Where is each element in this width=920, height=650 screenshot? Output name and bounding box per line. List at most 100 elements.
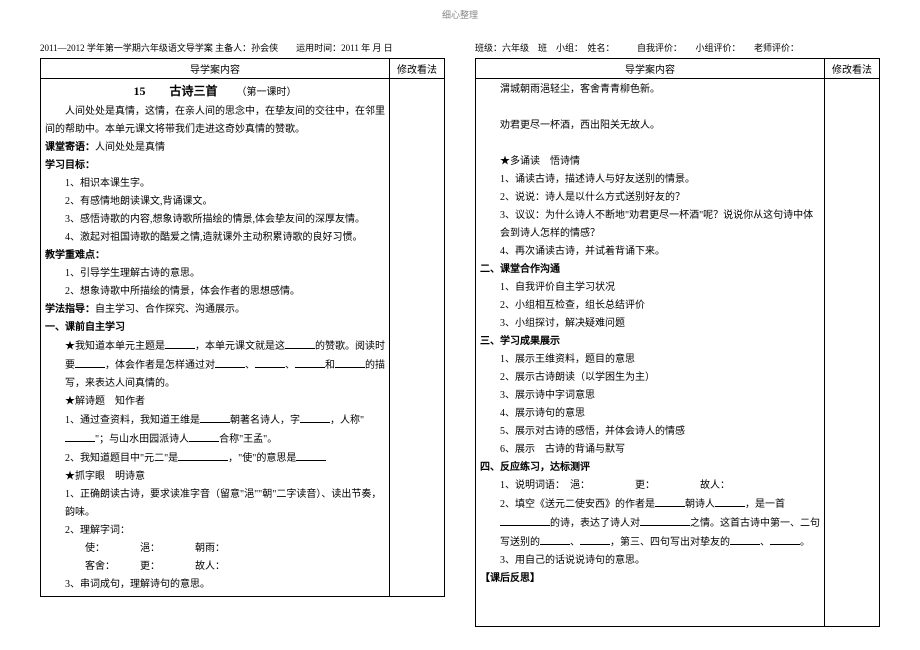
w3: 朝雨： — [195, 543, 225, 554]
blank — [215, 356, 245, 368]
rs3d: 4、展示诗句的意思 — [480, 405, 820, 423]
blank — [300, 411, 330, 423]
blank — [189, 430, 219, 442]
l3-label: 教学重难点： — [45, 247, 385, 265]
reflect: 【课后反思】 — [480, 570, 820, 588]
rs1: ★多诵读 悟诗情 — [480, 153, 820, 171]
s1c2: 2、理解字词： — [45, 522, 385, 540]
blank — [580, 533, 610, 545]
rs1a: 1、诵读古诗，描述诗人与好友送别的情景。 — [480, 171, 820, 189]
lesson-sub: （第一课时） — [242, 87, 297, 98]
rs2: 二、课堂合作沟通 — [480, 261, 820, 279]
left-column: 2011—2012 学年第一学期六年级语文导学案 主备人：孙会侠 运用时间：20… — [40, 41, 445, 627]
rs2c: 3、小组探讨，解决疑难问题 — [480, 315, 820, 333]
l2c: 3、感悟诗歌的内容,想象诗歌所描绘的情景,体会挚友间的深厚友情。 — [45, 211, 385, 229]
s1c: ★抓字眼 明诗意 — [45, 468, 385, 486]
s1b1-mid: 朝著名诗人，字 — [230, 415, 300, 426]
right-column: 班级：六年级 班 小组： 姓名： 自我评价： 小组评价： 老师评价： 导学案内容… — [475, 41, 880, 627]
rs3b: 2、展示古诗朗读（以学困生为主） — [480, 369, 820, 387]
right-table: 导学案内容 修改看法 渭城朝雨浥轻尘，客舍青青柳色新。 劝君更尽一杯酒，西出阳关… — [475, 58, 880, 627]
rs1d: 4、再次诵读古诗，并试着背诵下来。 — [480, 243, 820, 261]
rs3e: 5、展示对古诗的感悟，并体会诗人的情感 — [480, 423, 820, 441]
blank — [200, 411, 230, 423]
blank — [165, 337, 195, 349]
lesson-title-row: 15 古诗三首 （第一课时） — [45, 81, 385, 103]
page-container: 2011—2012 学年第一学期六年级语文导学案 主备人：孙会侠 运用时间：20… — [0, 41, 920, 627]
poem1: 渭城朝雨浥轻尘，客舍青青柳色新。 — [480, 81, 820, 99]
blank — [296, 449, 326, 461]
blank — [285, 337, 315, 349]
blank — [255, 356, 285, 368]
right-meta: 班级：六年级 班 小组： 姓名： 自我评价： 小组评价： 老师评价： — [475, 41, 880, 54]
rs4b: 2、填空《送元二使安西》的作者是朝诗人，是一首的诗，表达了诗人对之情。这首古诗中… — [480, 495, 820, 552]
lesson-title: 古诗三首 — [169, 84, 217, 98]
rs1b: 2、说说：诗人是以什么方式送别好友的？ — [480, 189, 820, 207]
blank — [295, 356, 325, 368]
rs4b-mid5: ，第三、四句写出对挚友的 — [610, 537, 730, 548]
blank — [655, 495, 685, 507]
blank — [75, 356, 105, 368]
s1a: ★我知道本单元主题是，本单元课文就是这的赞歌。阅读时要，体会作者是怎样通过对、、… — [45, 337, 385, 393]
th-edit-left: 修改看法 — [390, 59, 445, 79]
l1-row: 课堂寄语：人间处处是真情 — [45, 139, 385, 157]
s1b1-mid2: ，人称" — [330, 415, 364, 426]
rs4b-mid2: ，是一首 — [745, 499, 785, 510]
blank — [500, 514, 550, 526]
l3b: 2、想象诗歌中所描绘的情景，体会作者的思想感情。 — [45, 283, 385, 301]
rs4b-mid: 朝诗人 — [685, 499, 715, 510]
rs3: 三、学习成果展示 — [480, 333, 820, 351]
poem2: 劝君更尽一杯酒，西出阳关无故人。 — [480, 117, 820, 135]
right-edit-cell — [825, 79, 880, 627]
l2-label: 学习目标： — [45, 157, 385, 175]
rs2a: 1、自我评价自主学习状况 — [480, 279, 820, 297]
l1-val: 人间处处是真情 — [95, 142, 165, 153]
w4: 客舍： — [85, 561, 110, 572]
l4-label: 学法指导： — [45, 304, 95, 315]
blank — [640, 514, 690, 526]
words: 使： 浥： 朝雨： 客舍： 更： 故人： — [45, 540, 385, 576]
w2: 浥： — [140, 543, 155, 554]
th-content-left: 导学案内容 — [41, 59, 390, 79]
left-meta: 2011—2012 学年第一学期六年级语文导学案 主备人：孙会侠 运用时间：20… — [40, 41, 445, 54]
intro: 人间处处是真情，这情，在亲人间的思念中，在挚友间的交往中，在邻里间的帮助中。本单… — [45, 103, 385, 139]
w1: 使： — [85, 543, 100, 554]
blank — [335, 356, 365, 368]
blank — [178, 449, 228, 461]
left-table: 导学案内容 修改看法 15 古诗三首 （第一课时） 人间处处是真情，这情，在亲人… — [40, 58, 445, 597]
w6: 故人： — [195, 561, 225, 572]
lesson-no: 15 — [133, 84, 145, 98]
rs4a: 1、说明词语： 浥： 更： 故人： — [480, 477, 820, 495]
l2a: 1、相识本课生字。 — [45, 175, 385, 193]
rs1c: 3、议议：为什么诗人不断地"劝君更尽一杯酒"呢？说说你从这句诗中体会到诗人怎样的… — [480, 207, 820, 243]
s1b1-pre: 1、通过查资料，我知道王维是 — [65, 415, 200, 426]
blank — [65, 430, 95, 442]
s1b1-end: "；与山水田园派诗人 — [95, 434, 189, 445]
rs4b-mid3: 的诗，表达了诗人对 — [550, 518, 640, 529]
l2d: 4、激起对祖国诗歌的酷爱之情,造就课外主动积累诗歌的良好习惯。 — [45, 229, 385, 247]
l1-label: 课堂寄语： — [45, 142, 95, 153]
s1b2-mid: ，"使"的意思是 — [228, 453, 296, 464]
blank — [730, 533, 760, 545]
s1c3: 3、串词成句，理解诗句的意思。 — [45, 576, 385, 594]
s1a-pre: ★我知道本单元主题是 — [65, 341, 165, 352]
rs3c: 3、展示诗中字词意思 — [480, 387, 820, 405]
page-header: 细心整理 — [0, 0, 920, 41]
s1b: ★解诗题 知作者 — [45, 393, 385, 411]
s1b2-pre: 2、我知道题目中"元二"是 — [65, 453, 178, 464]
rs4b-pre: 2、填空《送元二使安西》的作者是 — [500, 499, 655, 510]
s1-label: 一、课前自主学习 — [45, 319, 385, 337]
l2b: 2、有感情地朗读课文,背诵课文。 — [45, 193, 385, 211]
l4-row: 学法指导：自主学习、合作探究、沟通展示。 — [45, 301, 385, 319]
rs2b: 2、小组相互检查，组长总结评价 — [480, 297, 820, 315]
left-edit-cell — [390, 79, 445, 597]
s1b1-end2: 合称"王孟"。 — [219, 434, 277, 445]
rs3a: 1、展示王维资料，题目的意思 — [480, 351, 820, 369]
left-content: 15 古诗三首 （第一课时） 人间处处是真情，这情，在亲人间的思念中，在挚友间的… — [41, 79, 390, 597]
blank — [540, 533, 570, 545]
th-content-right: 导学案内容 — [476, 59, 825, 79]
rs4c: 3、用自己的话说说诗句的意思。 — [480, 552, 820, 570]
blank — [770, 533, 800, 545]
rs4: 四、反应练习，达标测评 — [480, 459, 820, 477]
th-edit-right: 修改看法 — [825, 59, 880, 79]
s1a-mid: ，本单元课文就是这 — [195, 341, 285, 352]
